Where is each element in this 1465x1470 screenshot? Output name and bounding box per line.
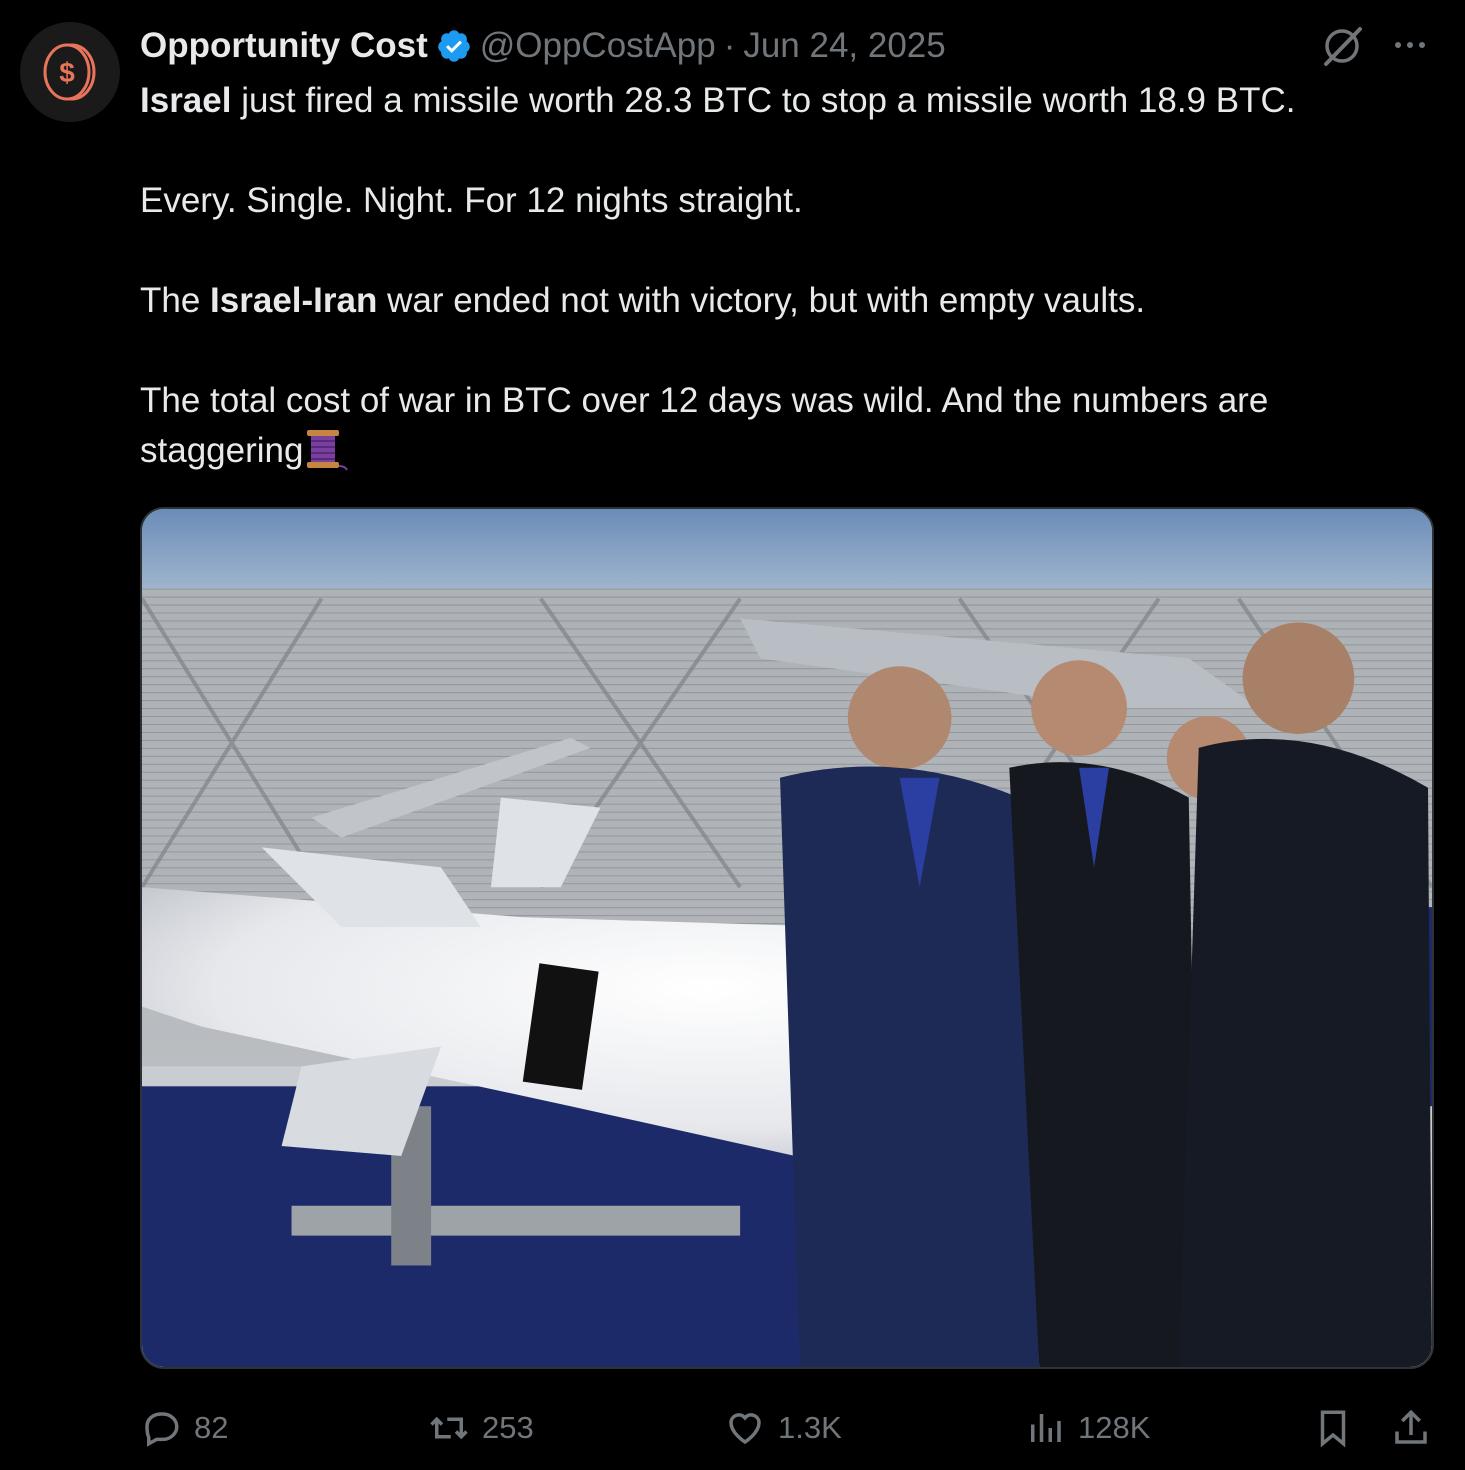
photo-missile-hangar xyxy=(142,509,1432,1367)
share-icon xyxy=(1395,1409,1427,1444)
like-count: 1.3K xyxy=(778,1410,842,1445)
hashtag-israel[interactable]: Israel xyxy=(140,81,231,120)
tweet-line-3-pre: The xyxy=(140,281,211,320)
reply-icon xyxy=(145,1412,179,1447)
repost-icon xyxy=(430,1416,468,1440)
reply-count: 82 xyxy=(194,1410,229,1445)
verified-badge-icon[interactable] xyxy=(436,28,472,64)
author-display-name[interactable]: Opportunity Cost xyxy=(140,26,428,66)
tweet-photo[interactable] xyxy=(140,507,1434,1369)
repost-button[interactable]: 253 xyxy=(428,1400,534,1456)
thread-spool-emoji xyxy=(307,430,349,471)
tweet-line-3: The Israel-Iran war ended not with victo… xyxy=(140,276,1440,326)
repost-count: 253 xyxy=(482,1410,534,1445)
hashtag-israel-iran[interactable]: Israel-Iran xyxy=(210,281,377,320)
bookmark-button[interactable] xyxy=(1312,1400,1354,1456)
avatar[interactable]: $ xyxy=(20,22,120,122)
like-button[interactable]: 1.3K xyxy=(724,1400,842,1456)
separator-dot: · xyxy=(723,26,736,65)
share-button[interactable] xyxy=(1390,1400,1432,1456)
action-bar: 82 253 1.3K 128K xyxy=(140,1400,1440,1456)
svg-text:$: $ xyxy=(59,57,75,88)
more-options-icon[interactable] xyxy=(1390,30,1430,60)
tweet-line-3-post: war ended not with victory, but with emp… xyxy=(377,281,1146,320)
grok-icon[interactable] xyxy=(1320,24,1364,68)
coin-dollar-icon: $ xyxy=(43,43,96,101)
tweet-line-1-text: just fired a missile worth 28.3 BTC to s… xyxy=(231,81,1296,120)
reply-button[interactable]: 82 xyxy=(140,1400,228,1456)
views-button[interactable]: 128K xyxy=(1024,1400,1150,1456)
author-handle[interactable]: @OppCostApp xyxy=(480,26,716,66)
tweet-date[interactable]: Jun 24, 2025 xyxy=(743,26,945,66)
views-chart-icon xyxy=(1031,1414,1061,1442)
tweet-text: Israel just fired a missile worth 28.3 B… xyxy=(140,76,1440,476)
tweet-line-4: The total cost of war in BTC over 12 day… xyxy=(140,376,1440,476)
tweet-header: Opportunity Cost @OppCostApp · Jun 24, 2… xyxy=(140,24,946,68)
views-count: 128K xyxy=(1078,1410,1151,1445)
tweet-line-2: Every. Single. Night. For 12 nights stra… xyxy=(140,181,803,220)
bookmark-icon xyxy=(1320,1410,1346,1448)
tweet-line-1: Israel just fired a missile worth 28.3 B… xyxy=(140,76,1440,126)
heart-icon xyxy=(729,1413,761,1445)
